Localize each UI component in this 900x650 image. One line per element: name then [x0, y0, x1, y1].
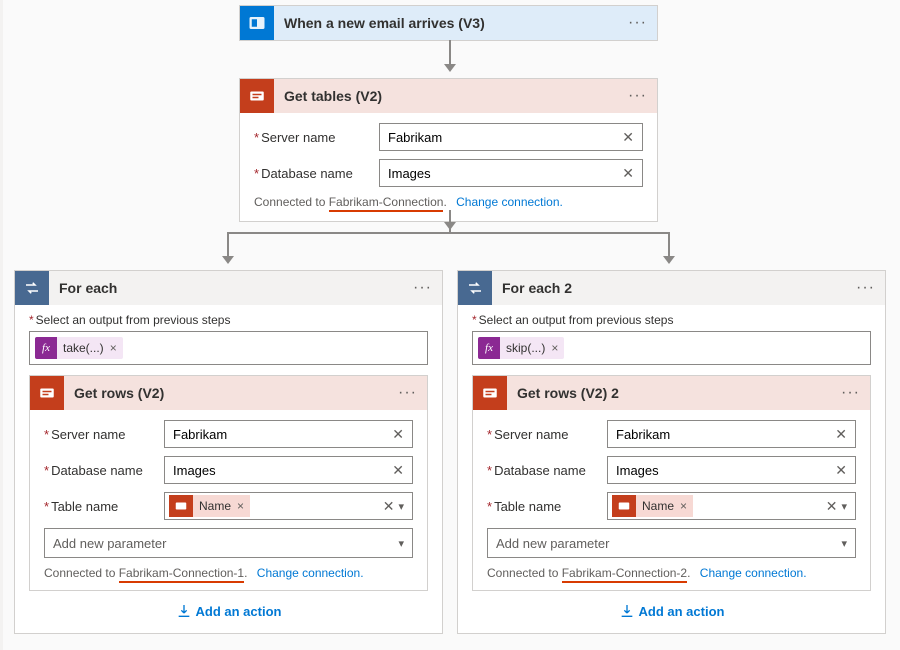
sql-icon [473, 376, 507, 410]
add-action-button[interactable]: Add an action [458, 595, 885, 623]
clear-icon[interactable]: ✕ [381, 498, 397, 515]
select-output-label: Select an output from previous steps [472, 313, 871, 327]
get-rows-2-title: Get rows (V2) 2 [517, 385, 841, 401]
more-icon[interactable]: ··· [628, 87, 647, 105]
sql-icon [30, 376, 64, 410]
get-rows-title: Get rows (V2) [74, 385, 398, 401]
table-token[interactable]: Name × [169, 495, 250, 517]
foreach-2-title: For each 2 [502, 280, 856, 296]
connection-name: Fabrikam-Connection-2 [562, 566, 687, 583]
remove-token-icon[interactable]: × [235, 499, 250, 513]
remove-token-icon[interactable]: × [108, 341, 123, 355]
server-name-input[interactable]: ✕ [379, 123, 643, 151]
clear-icon[interactable]: ✕ [390, 462, 406, 479]
database-name-input[interactable]: ✕ [607, 456, 856, 484]
clear-icon[interactable]: ✕ [620, 165, 636, 182]
table-name-label: Table name [487, 499, 607, 514]
table-token[interactable]: Name × [612, 495, 693, 517]
remove-token-icon[interactable]: × [678, 499, 693, 513]
table-name-input[interactable]: Name × ✕ ▾ [164, 492, 413, 520]
select-output-input[interactable]: fx skip(...) × [472, 331, 871, 365]
more-icon[interactable]: ··· [398, 384, 417, 402]
sql-icon [612, 495, 636, 517]
more-icon[interactable]: ··· [856, 279, 875, 297]
change-connection-link[interactable]: Change connection. [456, 195, 563, 209]
foreach-icon [15, 271, 49, 305]
server-name-label: Server name [254, 130, 379, 145]
table-name-label: Table name [44, 499, 164, 514]
add-parameter-dropdown[interactable]: Add new parameter ▾ [487, 528, 856, 558]
change-connection-link[interactable]: Change connection. [257, 566, 364, 580]
get-rows-card: Get rows (V2) ··· Server name ✕ Database… [29, 375, 428, 591]
fx-icon: fx [478, 337, 500, 359]
change-connection-link[interactable]: Change connection. [700, 566, 807, 580]
server-name-input[interactable]: ✕ [607, 420, 856, 448]
get-tables-card: Get tables (V2) ··· Server name ✕ Databa… [239, 78, 658, 222]
more-icon[interactable]: ··· [413, 279, 432, 297]
database-name-label: Database name [487, 463, 607, 478]
chevron-down-icon[interactable]: ▾ [839, 500, 849, 513]
chevron-down-icon[interactable]: ▾ [398, 537, 404, 550]
more-icon[interactable]: ··· [628, 14, 647, 32]
outlook-icon [240, 6, 274, 40]
table-name-input[interactable]: Name × ✕ ▾ [607, 492, 856, 520]
database-name-input[interactable]: ✕ [379, 159, 643, 187]
sql-icon [240, 79, 274, 113]
connected-prefix: Connected to [254, 195, 329, 209]
clear-icon[interactable]: ✕ [833, 462, 849, 479]
connection-name: Fabrikam-Connection [329, 195, 444, 212]
clear-icon[interactable]: ✕ [620, 129, 636, 146]
get-tables-title: Get tables (V2) [284, 88, 628, 104]
add-parameter-dropdown[interactable]: Add new parameter ▾ [44, 528, 413, 558]
database-name-label: Database name [254, 166, 379, 181]
fx-icon: fx [35, 337, 57, 359]
clear-icon[interactable]: ✕ [390, 426, 406, 443]
server-name-label: Server name [487, 427, 607, 442]
foreach-card: For each ··· Select an output from previ… [14, 270, 443, 634]
chevron-down-icon[interactable]: ▾ [396, 500, 406, 513]
database-name-input[interactable]: ✕ [164, 456, 413, 484]
fx-token[interactable]: fx take(...) × [35, 337, 123, 359]
select-output-label: Select an output from previous steps [29, 313, 428, 327]
clear-icon[interactable]: ✕ [833, 426, 849, 443]
get-rows-2-card: Get rows (V2) 2 ··· Server name ✕ Databa… [472, 375, 871, 591]
clear-icon[interactable]: ✕ [824, 498, 840, 515]
server-name-input[interactable]: ✕ [164, 420, 413, 448]
select-output-input[interactable]: fx take(...) × [29, 331, 428, 365]
chevron-down-icon[interactable]: ▾ [841, 537, 847, 550]
add-action-button[interactable]: Add an action [15, 595, 442, 623]
foreach-2-card: For each 2 ··· Select an output from pre… [457, 270, 886, 634]
trigger-card[interactable]: When a new email arrives (V3) ··· [239, 5, 658, 41]
remove-token-icon[interactable]: × [549, 341, 564, 355]
foreach-icon [458, 271, 492, 305]
database-name-label: Database name [44, 463, 164, 478]
fx-token[interactable]: fx skip(...) × [478, 337, 564, 359]
trigger-title: When a new email arrives (V3) [284, 15, 628, 31]
foreach-title: For each [59, 280, 413, 296]
sql-icon [169, 495, 193, 517]
connection-name: Fabrikam-Connection-1 [119, 566, 244, 583]
server-name-label: Server name [44, 427, 164, 442]
more-icon[interactable]: ··· [841, 384, 860, 402]
